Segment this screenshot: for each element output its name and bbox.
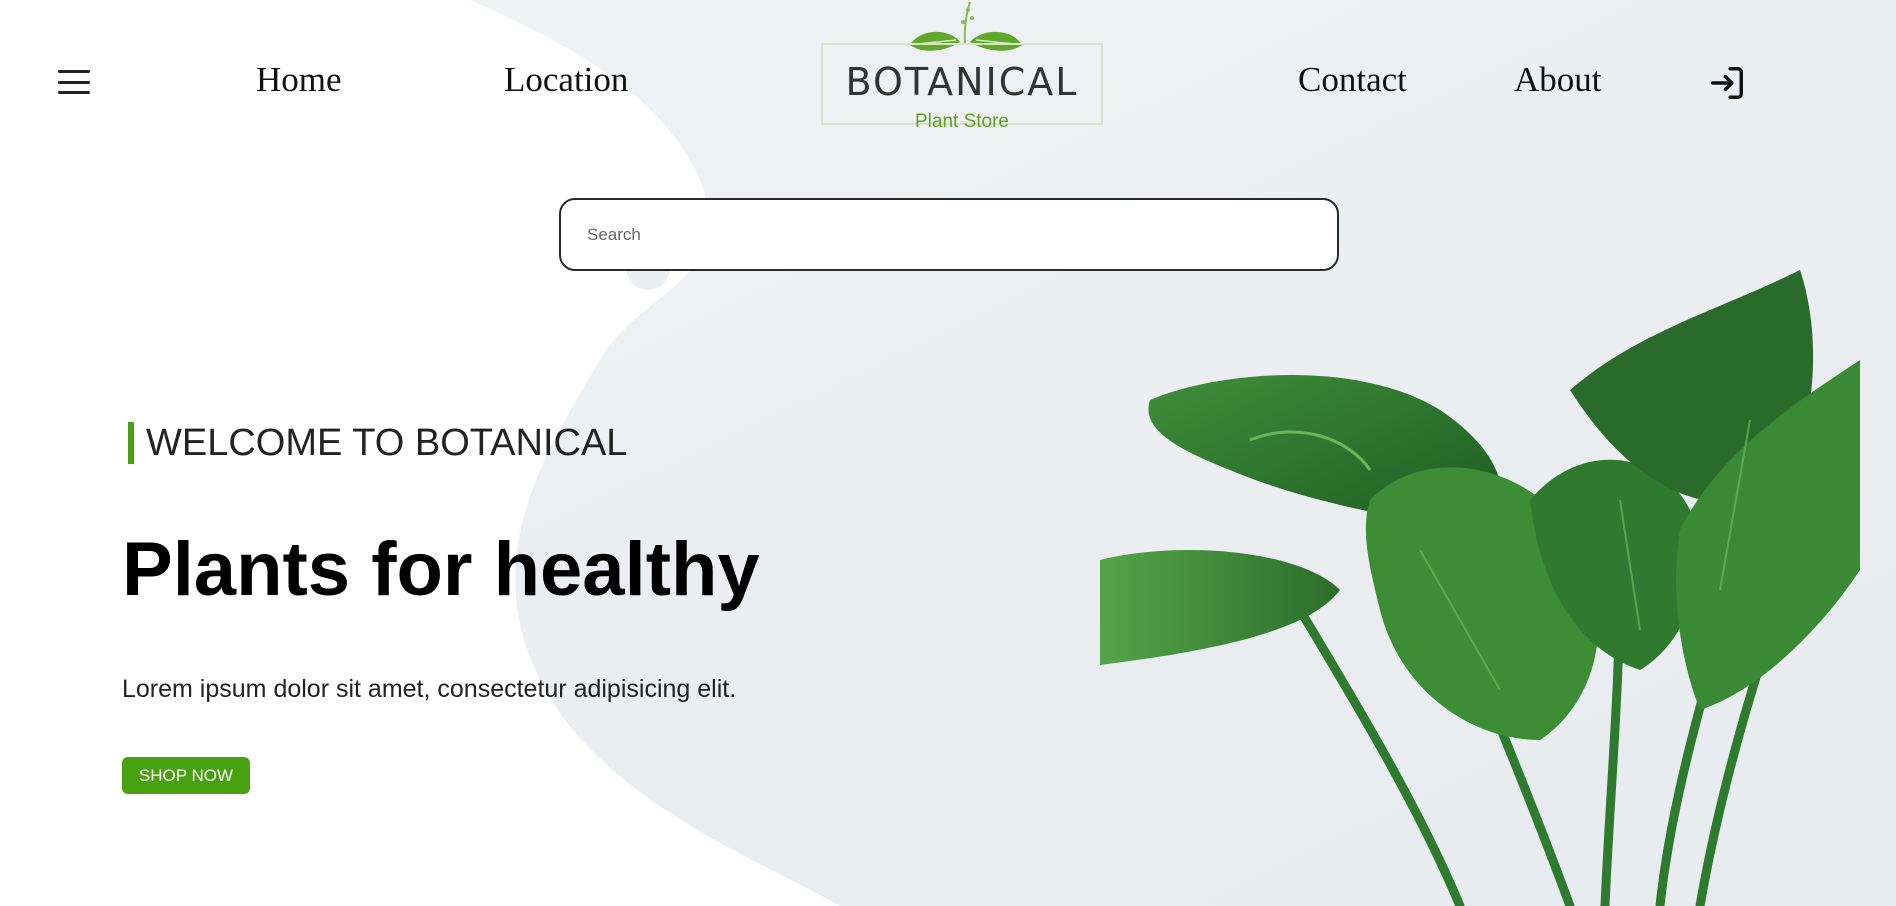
search-input[interactable] xyxy=(559,198,1339,271)
nav-link-contact[interactable]: Contact xyxy=(1298,60,1407,100)
hero-description: Lorem ipsum dolor sit amet, consectetur … xyxy=(122,675,737,703)
shop-now-button[interactable]: SHOP NOW xyxy=(122,757,250,794)
menu-bar xyxy=(58,70,90,73)
sign-in-icon[interactable] xyxy=(1708,64,1746,102)
plant-image xyxy=(1100,270,1860,906)
brand-logo[interactable]: BOTANICAL Plant Store xyxy=(820,0,1110,132)
menu-bar xyxy=(58,91,90,94)
search-bar xyxy=(559,198,1339,271)
top-navigation: Home Location BOTANICAL Plant Store Cont… xyxy=(0,0,1896,160)
nav-link-location[interactable]: Location xyxy=(504,60,628,100)
logo-subtitle: Plant Store xyxy=(915,111,1009,132)
hamburger-menu-icon[interactable] xyxy=(58,70,90,94)
logo-title: BOTANICAL xyxy=(845,60,1079,104)
hero-headline: Plants for healthy xyxy=(122,527,760,612)
nav-link-about[interactable]: About xyxy=(1514,60,1602,100)
menu-bar xyxy=(58,80,90,84)
welcome-heading: WELCOME TO BOTANICAL xyxy=(128,422,627,464)
nav-link-home[interactable]: Home xyxy=(256,60,342,100)
